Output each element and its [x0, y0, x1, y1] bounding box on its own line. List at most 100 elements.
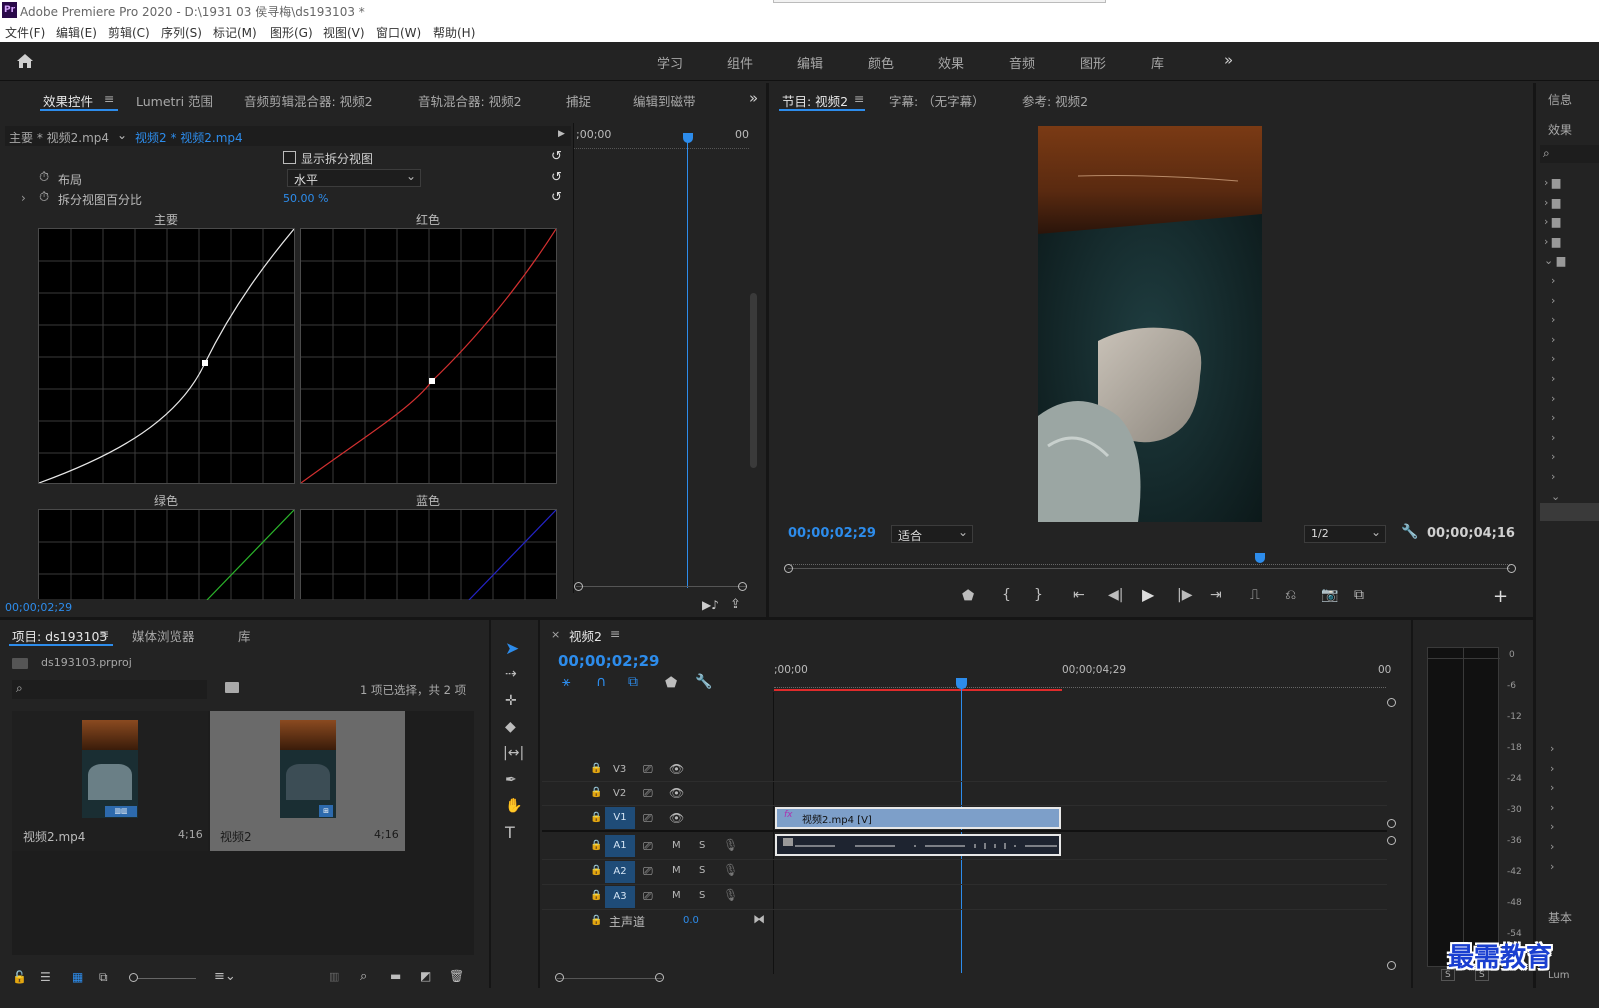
menu-clip[interactable]: 剪辑(C) [108, 24, 150, 41]
go-to-in-icon[interactable]: ⇤ [1073, 588, 1085, 602]
tab-sequence[interactable]: 视频2 [569, 626, 602, 645]
workspace-libraries[interactable]: 库 [1151, 53, 1164, 72]
split-percent-value[interactable]: 50.00 % [283, 192, 328, 205]
scroll-handle-left[interactable] [784, 564, 793, 573]
ripple-edit-tool-icon[interactable]: ✛ [505, 694, 517, 708]
project-item-clip[interactable]: ▥▥ 视频2.mp4 4;16 [12, 711, 208, 851]
lift-icon[interactable]: ⎍ [1250, 588, 1260, 602]
solo-button[interactable]: S [699, 890, 705, 901]
lock-icon[interactable]: 🔓 [12, 970, 27, 984]
play-icon[interactable]: ▶ [1142, 587, 1154, 603]
more-workspaces-icon[interactable]: » [1224, 51, 1233, 69]
stopwatch-icon[interactable]: ⏱ [39, 190, 49, 205]
tab-lumetri-scopes[interactable]: Lumetri 范围 [136, 91, 213, 110]
mini-horizontal-scrollbar[interactable] [574, 582, 747, 592]
toggle-sync-icon[interactable]: ⎚ [643, 864, 653, 879]
chevron-right-icon[interactable]: › [1550, 778, 1599, 798]
chevron-right-icon[interactable]: › [1550, 798, 1599, 818]
tab-essential[interactable]: 基本 [1548, 909, 1572, 926]
chevron-right-icon[interactable]: › [1544, 408, 1599, 428]
workspace-editing[interactable]: 编辑 [797, 53, 823, 72]
comparison-view-icon[interactable]: ⧉ [1354, 588, 1364, 602]
master-curve-graph[interactable] [38, 228, 295, 484]
eye-icon[interactable]: 👁 [669, 786, 684, 800]
track-v1-target[interactable]: V1 [605, 807, 635, 829]
add-marker-icon[interactable]: ⬟ [665, 676, 677, 690]
chevron-right-icon[interactable]: › [1544, 310, 1599, 330]
chevron-right-icon[interactable]: › [1544, 330, 1599, 350]
new-item-icon[interactable]: ◩ [420, 970, 431, 982]
sequence-clip-label[interactable]: 视频2 * 视频2.mp4 [135, 129, 243, 146]
slip-tool-icon[interactable]: |↔| [503, 746, 524, 760]
timeline-horizontal-scrollbar[interactable] [555, 973, 664, 982]
chevron-right-icon[interactable]: › [1544, 271, 1599, 291]
wrench-icon[interactable]: 🔧 [1401, 524, 1418, 540]
scroll-handle-top[interactable] [1387, 698, 1396, 707]
close-icon[interactable]: × [551, 628, 560, 641]
sort-icon[interactable]: ≡⌄ [214, 970, 236, 983]
chevron-right-icon[interactable]: › ▆ [1544, 173, 1599, 193]
scroll-handle-bottom[interactable] [1387, 961, 1396, 970]
effect-vertical-scrollbar[interactable] [750, 293, 757, 468]
toggle-sync-icon[interactable]: ⎚ [643, 762, 653, 777]
timeline-timecode[interactable]: 00;00;02;29 [558, 652, 660, 670]
toggle-sync-icon[interactable]: ⎚ [643, 889, 653, 904]
workspace-assembly[interactable]: 组件 [727, 53, 753, 72]
chevron-right-icon[interactable]: › [1544, 389, 1599, 409]
chevron-right-icon[interactable]: › [1550, 857, 1599, 877]
go-to-out-icon[interactable]: ⇥ [1210, 588, 1222, 602]
microphone-icon[interactable]: 🎙 [723, 888, 738, 902]
chevron-right-icon[interactable]: › [1544, 447, 1599, 467]
reset-icon[interactable]: ↺ [551, 149, 562, 164]
scroll-handle-right[interactable] [655, 973, 664, 982]
play-audio-icon[interactable]: ▶♪ [702, 598, 719, 612]
menu-window[interactable]: 窗口(W) [376, 24, 421, 41]
wrench-icon[interactable]: 🔧 [695, 675, 712, 689]
resolution-dropdown[interactable]: 1/2 ⌄ [1304, 525, 1386, 543]
program-current-timecode[interactable]: 00;00;02;29 [788, 526, 876, 541]
zoom-slider-handle[interactable] [129, 973, 138, 982]
scroll-handle-right[interactable] [1507, 564, 1516, 573]
menu-marker[interactable]: 标记(M) [213, 24, 257, 41]
toggle-sync-icon[interactable]: ⎚ [643, 839, 653, 854]
tab-media-browser[interactable]: 媒体浏览器 [132, 626, 195, 645]
more-tabs-icon[interactable]: » [749, 89, 758, 107]
export-frame-camera-icon[interactable]: 📷 [1321, 588, 1338, 602]
program-video-frame[interactable] [1038, 126, 1262, 522]
tab-audio-track-mixer[interactable]: 音轨混合器: 视频2 [418, 91, 522, 110]
master-volume-value[interactable]: 0.0 [683, 915, 699, 926]
program-scrubber[interactable] [784, 553, 1516, 573]
reset-icon[interactable]: ↺ [551, 170, 562, 185]
reset-icon[interactable]: ↺ [551, 190, 562, 205]
menu-sequence[interactable]: 序列(S) [161, 24, 202, 41]
step-forward-icon[interactable]: |▶ [1177, 588, 1192, 602]
icon-view-icon[interactable]: ▦ [72, 971, 83, 983]
toggle-sync-icon[interactable]: ⎚ [643, 811, 653, 826]
go-to-next-keyframe-icon[interactable]: ⧓ [753, 912, 765, 926]
stopwatch-icon[interactable]: ⏱ [39, 170, 49, 185]
track-a2-target[interactable]: A2 [605, 861, 635, 883]
scroll-handle-top[interactable] [1387, 836, 1396, 845]
chevron-right-icon[interactable]: › [1544, 369, 1599, 389]
master-clip-label[interactable]: 主要 * 视频2.mp4 [9, 129, 109, 146]
tab-effects[interactable]: 效果 [1548, 121, 1572, 138]
timeline-vertical-scrollbar-top[interactable] [1386, 698, 1398, 828]
tab-program[interactable]: 节目: 视频2 [782, 91, 848, 110]
workspace-color[interactable]: 颜色 [868, 53, 894, 72]
timeline-vertical-scrollbar-bottom[interactable] [1386, 836, 1398, 971]
workspace-audio[interactable]: 音频 [1009, 53, 1035, 72]
chevron-right-icon[interactable]: › [1544, 467, 1599, 487]
menu-graphics[interactable]: 图形(G) [270, 24, 313, 41]
chevron-right-icon[interactable]: › [1550, 739, 1599, 759]
step-back-icon[interactable]: ◀| [1108, 588, 1123, 602]
tab-effect-controls[interactable]: 效果控件 [43, 91, 93, 110]
tab-captions[interactable]: 字幕: （无字幕） [889, 91, 985, 110]
mark-out-icon[interactable]: } [1034, 588, 1043, 602]
track-lock-icon[interactable]: 🔒 [590, 787, 602, 798]
audio-clip[interactable] [775, 834, 1061, 856]
track-lock-icon[interactable]: 🔒 [590, 812, 602, 823]
effect-controls-menu-icon[interactable]: ≡ [104, 91, 114, 106]
track-a1-target[interactable]: A1 [605, 835, 635, 857]
tab-capture[interactable]: 捕捉 [566, 91, 591, 110]
trash-icon[interactable]: 🗑 [449, 970, 464, 982]
